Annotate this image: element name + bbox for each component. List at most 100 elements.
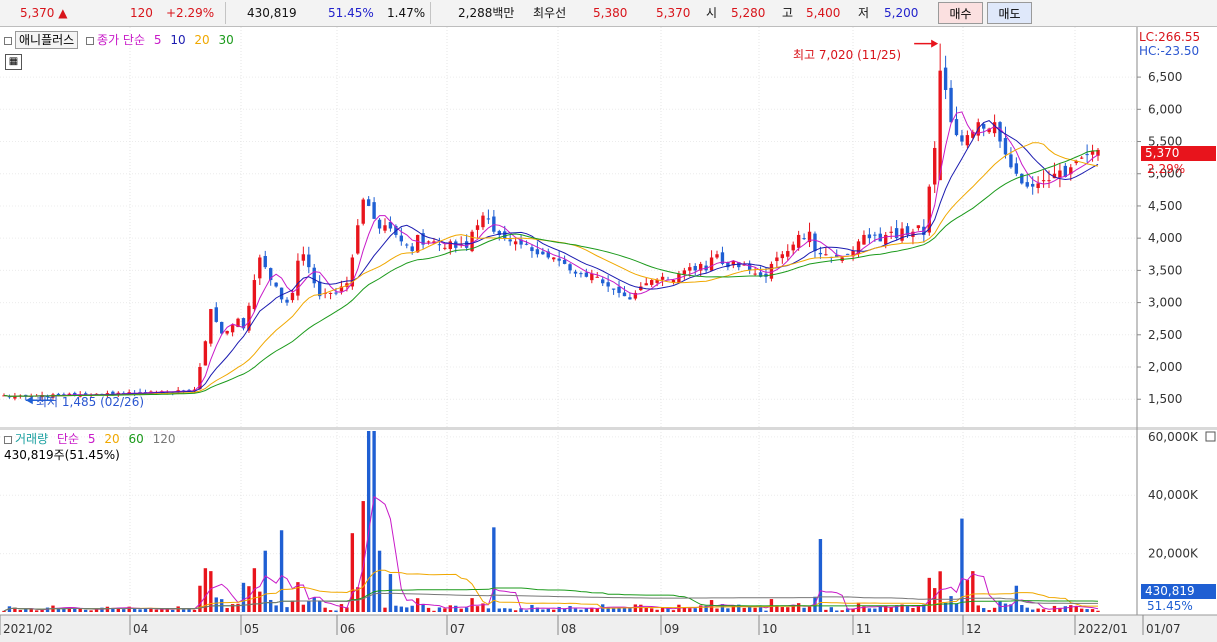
stock-chart[interactable]: 1,5002,0002,5003,0003,5004,0004,5005,000…: [0, 27, 1217, 642]
candle-body: [573, 271, 578, 274]
volume-bar: [307, 601, 311, 612]
volume-bar: [927, 577, 931, 612]
volume-bar: [611, 608, 616, 612]
ma30-line: [3, 150, 1098, 397]
volume-bar: [454, 605, 458, 612]
candle-body: [426, 241, 431, 243]
last-change-tag: 2.29%: [1147, 162, 1186, 176]
high-annotation: 최고 7,020 (11/25): [793, 48, 902, 62]
x-tick-label: 12: [966, 622, 981, 636]
candle-body: [813, 233, 817, 252]
volume-bar: [274, 605, 278, 612]
volume-bar: [18, 609, 23, 612]
volume-bar: [557, 607, 561, 612]
x-tick-label: 2021/02: [3, 622, 53, 636]
candle-body: [1014, 163, 1019, 174]
candle-body: [296, 260, 300, 296]
grid-table-icon[interactable]: ▦: [5, 54, 22, 70]
volume-bar: [818, 539, 823, 612]
volume-bar: [410, 605, 414, 612]
current-price: 5,370 ▲: [20, 6, 68, 20]
collapse-icon[interactable]: [4, 36, 12, 45]
buy-button[interactable]: 매수: [938, 2, 983, 24]
candle-body: [965, 135, 970, 146]
volume-bar: [372, 431, 376, 612]
price-tick-label: 4,000: [1148, 231, 1182, 245]
chart-grid: [0, 27, 1136, 615]
vma60-label: 60: [128, 432, 144, 446]
ma-toggle-icon[interactable]: [86, 36, 95, 45]
candle-body: [230, 325, 235, 333]
volume-bar: [437, 607, 442, 612]
candlesticks: [2, 43, 1100, 401]
candle-body: [220, 321, 224, 334]
volume-bar: [867, 608, 872, 612]
candle-body: [954, 119, 959, 136]
candle-body: [1090, 151, 1095, 155]
vma20-label: 20: [104, 432, 120, 446]
candle-body: [464, 241, 469, 248]
last-volume-tag: 430,819: [1141, 584, 1216, 599]
candle-body: [437, 244, 442, 246]
volume-bar: [405, 607, 409, 612]
volume-bar: [29, 609, 33, 612]
volume-ma-label: 단순: [56, 432, 80, 446]
volume-bar: [432, 610, 436, 612]
candle-body: [279, 287, 284, 300]
candle-body: [622, 292, 627, 297]
volume-bar: [644, 607, 648, 612]
candle-body: [927, 186, 931, 233]
candle-body: [285, 299, 289, 303]
candle-body: [334, 292, 338, 294]
volume-bar: [503, 608, 507, 612]
lc-label: LC:266.55: [1139, 30, 1201, 44]
volume-bar: [339, 604, 344, 612]
candle-body: [258, 257, 262, 279]
volume-bar: [802, 607, 806, 612]
candle-body: [753, 273, 757, 275]
volume-bar: [1069, 605, 1073, 612]
candle-body: [209, 309, 213, 344]
volume-bar: [873, 608, 877, 612]
plugin-button[interactable]: 애니플러스: [15, 31, 79, 49]
volume-bar: [187, 608, 191, 612]
volume-bar: [241, 582, 246, 612]
volume-bar: [655, 609, 659, 612]
sell-button[interactable]: 매도: [987, 2, 1032, 24]
volume-legend: 거래량 단순 5 20 60 120: [4, 430, 180, 447]
collapse-icon[interactable]: [4, 435, 12, 444]
candle-body: [356, 225, 360, 254]
ma10-label: 10: [170, 33, 186, 47]
candle-body: [682, 270, 687, 275]
candle-body: [590, 273, 594, 281]
candle-body: [611, 288, 616, 290]
volume-bar: [1014, 585, 1019, 612]
volume-bar: [89, 610, 93, 612]
x-tick-label: 07: [450, 622, 465, 636]
candle-body: [775, 257, 779, 262]
volume-bar: [1090, 609, 1095, 612]
volume-bar: [160, 609, 164, 612]
candle-body: [1025, 182, 1029, 187]
volume-bar: [475, 606, 480, 612]
volume-bar: [34, 610, 39, 612]
volume-bar: [688, 608, 692, 612]
candle-body: [508, 239, 512, 242]
volume-bar: [328, 610, 333, 612]
volume-bar: [290, 600, 295, 612]
volume-bar: [671, 610, 676, 612]
candle-body: [475, 225, 480, 230]
volume-bar: [791, 606, 795, 612]
candle-body: [1041, 180, 1046, 182]
volume-bar: [443, 608, 447, 612]
high-price: 5,400: [806, 6, 841, 20]
candle-body: [1085, 154, 1089, 156]
candle-body: [693, 265, 697, 271]
volume-bar: [464, 607, 469, 612]
low-price: 5,200: [884, 6, 919, 20]
volume-bar: [622, 607, 627, 612]
candle-body: [486, 218, 491, 220]
volume-bar: [426, 607, 431, 612]
volume-bar: [856, 602, 861, 612]
x-tick-label: 2022/01: [1078, 622, 1128, 636]
